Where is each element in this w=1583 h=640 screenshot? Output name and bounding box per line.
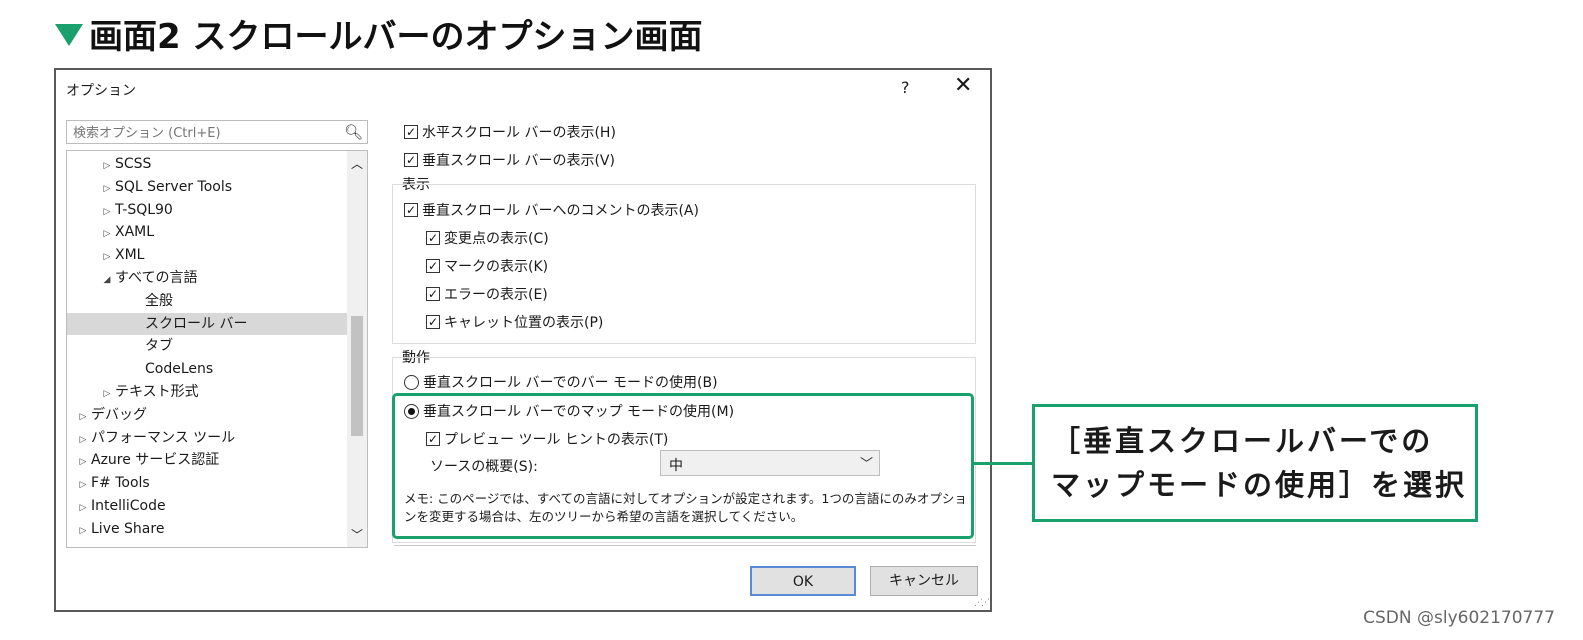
show-vertical-option[interactable]: ✓ 垂直スクロール バーの表示(V) <box>404 150 615 170</box>
tree-item-label: タブ <box>145 338 173 355</box>
tree-item-label: Azure サービス認証 <box>91 452 220 469</box>
close-button[interactable]: ✕ <box>954 74 972 98</box>
label-marks: マークの表示(K) <box>444 259 549 275</box>
show-changes-option[interactable]: ✓ 変更点の表示(C) <box>426 228 549 248</box>
tree-item-label: すべての言語 <box>115 270 198 286</box>
divider <box>394 545 976 546</box>
expand-arrow-icon[interactable]: ◢ <box>99 269 115 291</box>
tree-item[interactable]: ▷ Live Share <box>67 518 347 540</box>
tree-item-label: Live Share <box>91 520 165 537</box>
label-vertical: 垂直スクロール バーの表示(V) <box>422 153 615 169</box>
tree-item-label: IntelliCode <box>91 498 166 514</box>
tree-item[interactable]: ▷ パフォーマンス ツール <box>67 427 347 449</box>
checkbox-vertical[interactable]: ✓ <box>404 153 418 167</box>
expand-arrow-icon[interactable]: ▷ <box>99 201 115 223</box>
tree-item-label: T-SQL90 <box>115 201 173 218</box>
show-caret-option[interactable]: ✓ キャレット位置の表示(P) <box>426 312 603 332</box>
tree-item[interactable]: タブ <box>67 335 347 357</box>
search-icon[interactable]: 🔍︎ <box>344 123 363 141</box>
tree-item[interactable]: ▷ XAML <box>67 221 347 243</box>
scroll-down-icon[interactable]: ﹀ <box>351 526 363 543</box>
search-box[interactable]: 🔍︎ <box>66 120 368 144</box>
heading-text: 画面2 スクロールバーのオプション画面 <box>89 16 703 57</box>
tree-item-label: XML <box>115 247 145 264</box>
expand-arrow-icon[interactable]: ▷ <box>75 451 91 473</box>
show-marks-option[interactable]: ✓ マークの表示(K) <box>426 256 548 276</box>
show-horizontal-option[interactable]: ✓ 水平スクロール バーの表示(H) <box>404 122 616 142</box>
options-tree[interactable]: ︿ ﹀ ▷ SCSS ▷ SQL Server Tools ▷ T-SQL90 ▷ XAML ▷… <box>66 150 368 548</box>
scroll-thumb[interactable] <box>351 316 363 436</box>
triangle-down-icon <box>55 24 83 46</box>
tree-item[interactable]: CodeLens <box>67 358 347 380</box>
tree-item[interactable]: ▷ テキスト形式 <box>67 381 347 403</box>
tree-item-label: テキスト形式 <box>115 384 199 400</box>
tree-item-label: SQL Server Tools <box>115 178 233 195</box>
expand-arrow-icon[interactable]: ▷ <box>75 406 91 428</box>
tree-item[interactable]: ▷ SQL Server Tools <box>67 176 347 198</box>
expand-arrow-icon[interactable]: ▷ <box>75 474 91 496</box>
expand-arrow-icon[interactable]: ▷ <box>99 383 115 405</box>
tree-item-label: F# Tools <box>91 475 150 492</box>
tree-item[interactable]: ▷ デバッグ <box>67 404 347 426</box>
tree-item[interactable]: ▷ F# Tools <box>67 472 347 494</box>
ok-button[interactable]: OK <box>750 566 856 596</box>
dialog-title: オプション <box>66 83 136 99</box>
expand-arrow-icon[interactable]: ▷ <box>99 155 115 177</box>
label-errors: エラーの表示(E) <box>444 287 548 303</box>
help-button[interactable]: ? <box>901 78 910 97</box>
page-heading: 画面2 スクロールバーのオプション画面 <box>55 8 703 58</box>
tree-item-label: デバッグ <box>91 406 147 423</box>
titlebar: オプション ? ✕ <box>56 70 990 106</box>
search-input[interactable] <box>71 122 345 144</box>
watermark-text: CSDN @sly602170777 <box>1363 608 1555 628</box>
expand-arrow-icon[interactable]: ▷ <box>99 223 115 245</box>
label-annotations: 垂直スクロール バーへのコメントの表示(A) <box>422 203 699 219</box>
highlight-frame <box>392 393 974 539</box>
tree-item[interactable]: スクロール バー <box>67 312 347 335</box>
checkbox-caret[interactable]: ✓ <box>426 315 440 329</box>
radio-bar-mode[interactable] <box>404 374 419 390</box>
label-changes: 変更点の表示(C) <box>444 231 549 247</box>
tree-item-label: SCSS <box>115 156 152 172</box>
callout-line1: ［垂直スクロールバーでの <box>1051 424 1434 458</box>
tree-item[interactable]: 全般 <box>67 290 347 312</box>
label-caret: キャレット位置の表示(P) <box>444 315 604 331</box>
show-annotations-option[interactable]: ✓ 垂直スクロール バーへのコメントの表示(A) <box>404 200 699 220</box>
scroll-up-icon[interactable]: ︿ <box>351 155 363 172</box>
checkbox-changes[interactable]: ✓ <box>426 231 440 245</box>
label-bar-mode: 垂直スクロール バーでのバー モードの使用(B) <box>423 375 718 391</box>
checkbox-annotations[interactable]: ✓ <box>404 203 418 217</box>
tree-item[interactable]: ▷ IntelliCode <box>67 495 347 517</box>
callout-box: ［垂直スクロールバーでの マップモードの使用］を選択 <box>1032 404 1478 522</box>
tree-item-label: 全般 <box>145 292 173 309</box>
checkbox-horizontal[interactable]: ✓ <box>404 125 418 139</box>
expand-arrow-icon[interactable]: ▷ <box>99 246 115 268</box>
cancel-button[interactable]: キャンセル <box>870 566 978 596</box>
expand-arrow-icon[interactable]: ▷ <box>75 429 91 451</box>
show-errors-option[interactable]: ✓ エラーの表示(E) <box>426 284 548 304</box>
expand-arrow-icon[interactable]: ▷ <box>75 520 91 542</box>
callout-line2: マップモードの使用］を選択 <box>1051 468 1468 502</box>
tree-item[interactable]: ▷ T-SQL90 <box>67 199 347 221</box>
expand-arrow-icon[interactable]: ▷ <box>99 178 115 200</box>
tree-item-label: パフォーマンス ツール <box>91 429 236 446</box>
tree-item-label: XAML <box>115 224 155 241</box>
tree-item-label: スクロール バー <box>145 315 248 332</box>
tree-scrollbar[interactable]: ︿ ﹀ <box>347 151 367 547</box>
tree-item[interactable]: ◢ すべての言語 <box>67 267 347 289</box>
bar-mode-option[interactable]: 垂直スクロール バーでのバー モードの使用(B) <box>404 372 718 392</box>
tree-item[interactable]: ▷ XML <box>67 244 347 266</box>
checkbox-errors[interactable]: ✓ <box>426 287 440 301</box>
label-horizontal: 水平スクロール バーの表示(H) <box>422 125 616 141</box>
tree-item-label: CodeLens <box>145 361 214 378</box>
tree-item[interactable]: ▷ SCSS <box>67 153 347 175</box>
checkbox-marks[interactable]: ✓ <box>426 259 440 273</box>
callout-connector <box>974 462 1032 465</box>
resize-grip-icon[interactable]: ⋰⋰ <box>974 598 990 608</box>
expand-arrow-icon[interactable]: ▷ <box>75 497 91 519</box>
tree-item[interactable]: ▷ Azure サービス認証 <box>67 449 347 471</box>
